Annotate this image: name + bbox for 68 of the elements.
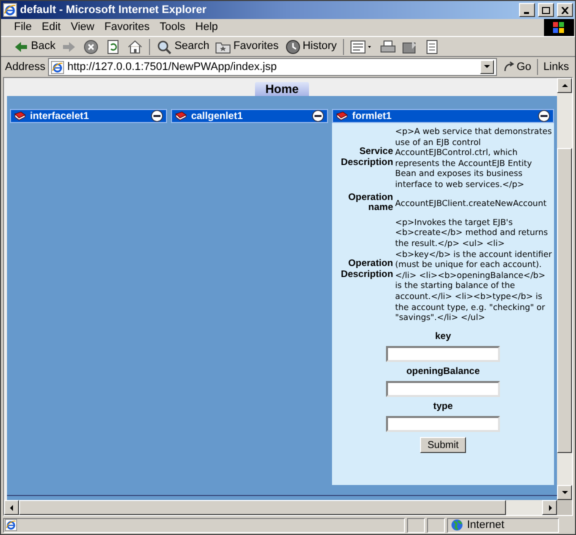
field-label: Service Description xyxy=(340,147,394,168)
printer-icon xyxy=(380,38,396,54)
toolbar-button[interactable] xyxy=(378,38,398,56)
window-title: default - Microsoft Internet Explorer xyxy=(20,2,208,18)
edit-icon xyxy=(402,38,418,54)
browser-logo-icon xyxy=(51,60,64,74)
portlet-title: callgenlet1 xyxy=(191,110,244,124)
home-icon xyxy=(127,38,144,54)
address-field[interactable]: http://127.0.0.1:7501/NewPWApp/index.jsp xyxy=(48,58,497,76)
scrollbar-corner xyxy=(557,500,572,515)
input-field[interactable] xyxy=(386,381,500,398)
menu-item[interactable]: File xyxy=(9,19,37,36)
go-button[interactable]: Go xyxy=(500,58,534,76)
scroll-right-button[interactable] xyxy=(542,500,557,515)
address-label: Address xyxy=(5,60,46,75)
status-pane xyxy=(427,518,445,532)
scroll-up-button[interactable] xyxy=(557,78,572,93)
zone-label: Internet xyxy=(467,518,504,533)
go-arrow-icon xyxy=(502,61,515,73)
links-button[interactable]: Links xyxy=(541,58,571,76)
book-icon xyxy=(336,111,348,121)
maximize-icon xyxy=(542,6,550,14)
history-icon xyxy=(284,38,301,54)
close-button[interactable] xyxy=(557,3,573,17)
book-icon xyxy=(175,111,188,121)
field-value: <p>A web service that demonstrates use of an EJB control AccountEJBControl.ctrl, which represents the AccountEJB Entity Bean and exposes its business interface to web services.</p> xyxy=(395,126,553,190)
menu-item[interactable]: Favorites xyxy=(99,19,155,36)
input-field[interactable] xyxy=(386,416,500,432)
toolbar-button[interactable]: History xyxy=(282,38,339,56)
book-icon xyxy=(14,111,26,121)
mail-icon xyxy=(350,38,374,54)
status-pane xyxy=(407,518,425,532)
minimize-button[interactable] xyxy=(519,3,535,17)
dropdown-button[interactable] xyxy=(480,60,494,74)
field-label: Operation name xyxy=(347,192,394,214)
input-label: key xyxy=(435,330,451,344)
input-field[interactable] xyxy=(386,346,500,362)
submit-button[interactable]: Submit xyxy=(420,437,466,454)
scroll-left-button[interactable] xyxy=(4,500,19,515)
input-label: openingBalance xyxy=(406,364,480,379)
windows-logo-icon xyxy=(544,19,574,36)
minimize-icon[interactable] xyxy=(538,110,550,122)
field-label: Operation Description xyxy=(340,259,394,280)
menu-item[interactable]: Tools xyxy=(154,19,190,36)
close-icon xyxy=(561,6,569,14)
globe-icon xyxy=(451,519,463,531)
maximize-button[interactable] xyxy=(538,3,554,17)
menu-item[interactable]: Help xyxy=(190,19,223,36)
refresh-icon xyxy=(105,38,122,54)
minimize-icon[interactable] xyxy=(151,110,164,122)
menu-item[interactable]: View xyxy=(66,19,100,36)
portlet-title: formlet1 xyxy=(352,110,393,124)
url-text: http://127.0.0.1:7501/NewPWApp/index.jsp xyxy=(67,60,278,75)
menu-item[interactable]: Edit xyxy=(36,19,66,36)
input-label: type xyxy=(433,400,453,414)
minimize-icon[interactable] xyxy=(312,110,324,122)
portlet-title: interfacelet1 xyxy=(30,110,90,124)
field-value: AccountEJBClient.createNewAccount xyxy=(395,198,548,208)
home-tab[interactable]: Home xyxy=(255,82,309,96)
toolbar-button[interactable]: Search xyxy=(154,38,212,56)
toolbar-button[interactable]: Favorites xyxy=(213,38,281,56)
document-icon xyxy=(424,38,440,54)
scroll-down-button[interactable] xyxy=(557,485,572,500)
stop-icon xyxy=(83,38,100,54)
search-icon xyxy=(156,38,172,54)
toolbar-button[interactable]: Back xyxy=(11,38,58,56)
field-value: <p>Invokes the target EJB's <b>create</b> method and returns the result.</p> <ul> <li><b>key</b> is the account identifier (must be unique for each account).</li> <li><b>openingBalance</b> is the starting balance of the account.</li> <li><b>type</b> is the account type, e.g. "checking" or "savings".</li> </ul> xyxy=(395,216,553,323)
browser-logo-icon xyxy=(3,3,17,17)
